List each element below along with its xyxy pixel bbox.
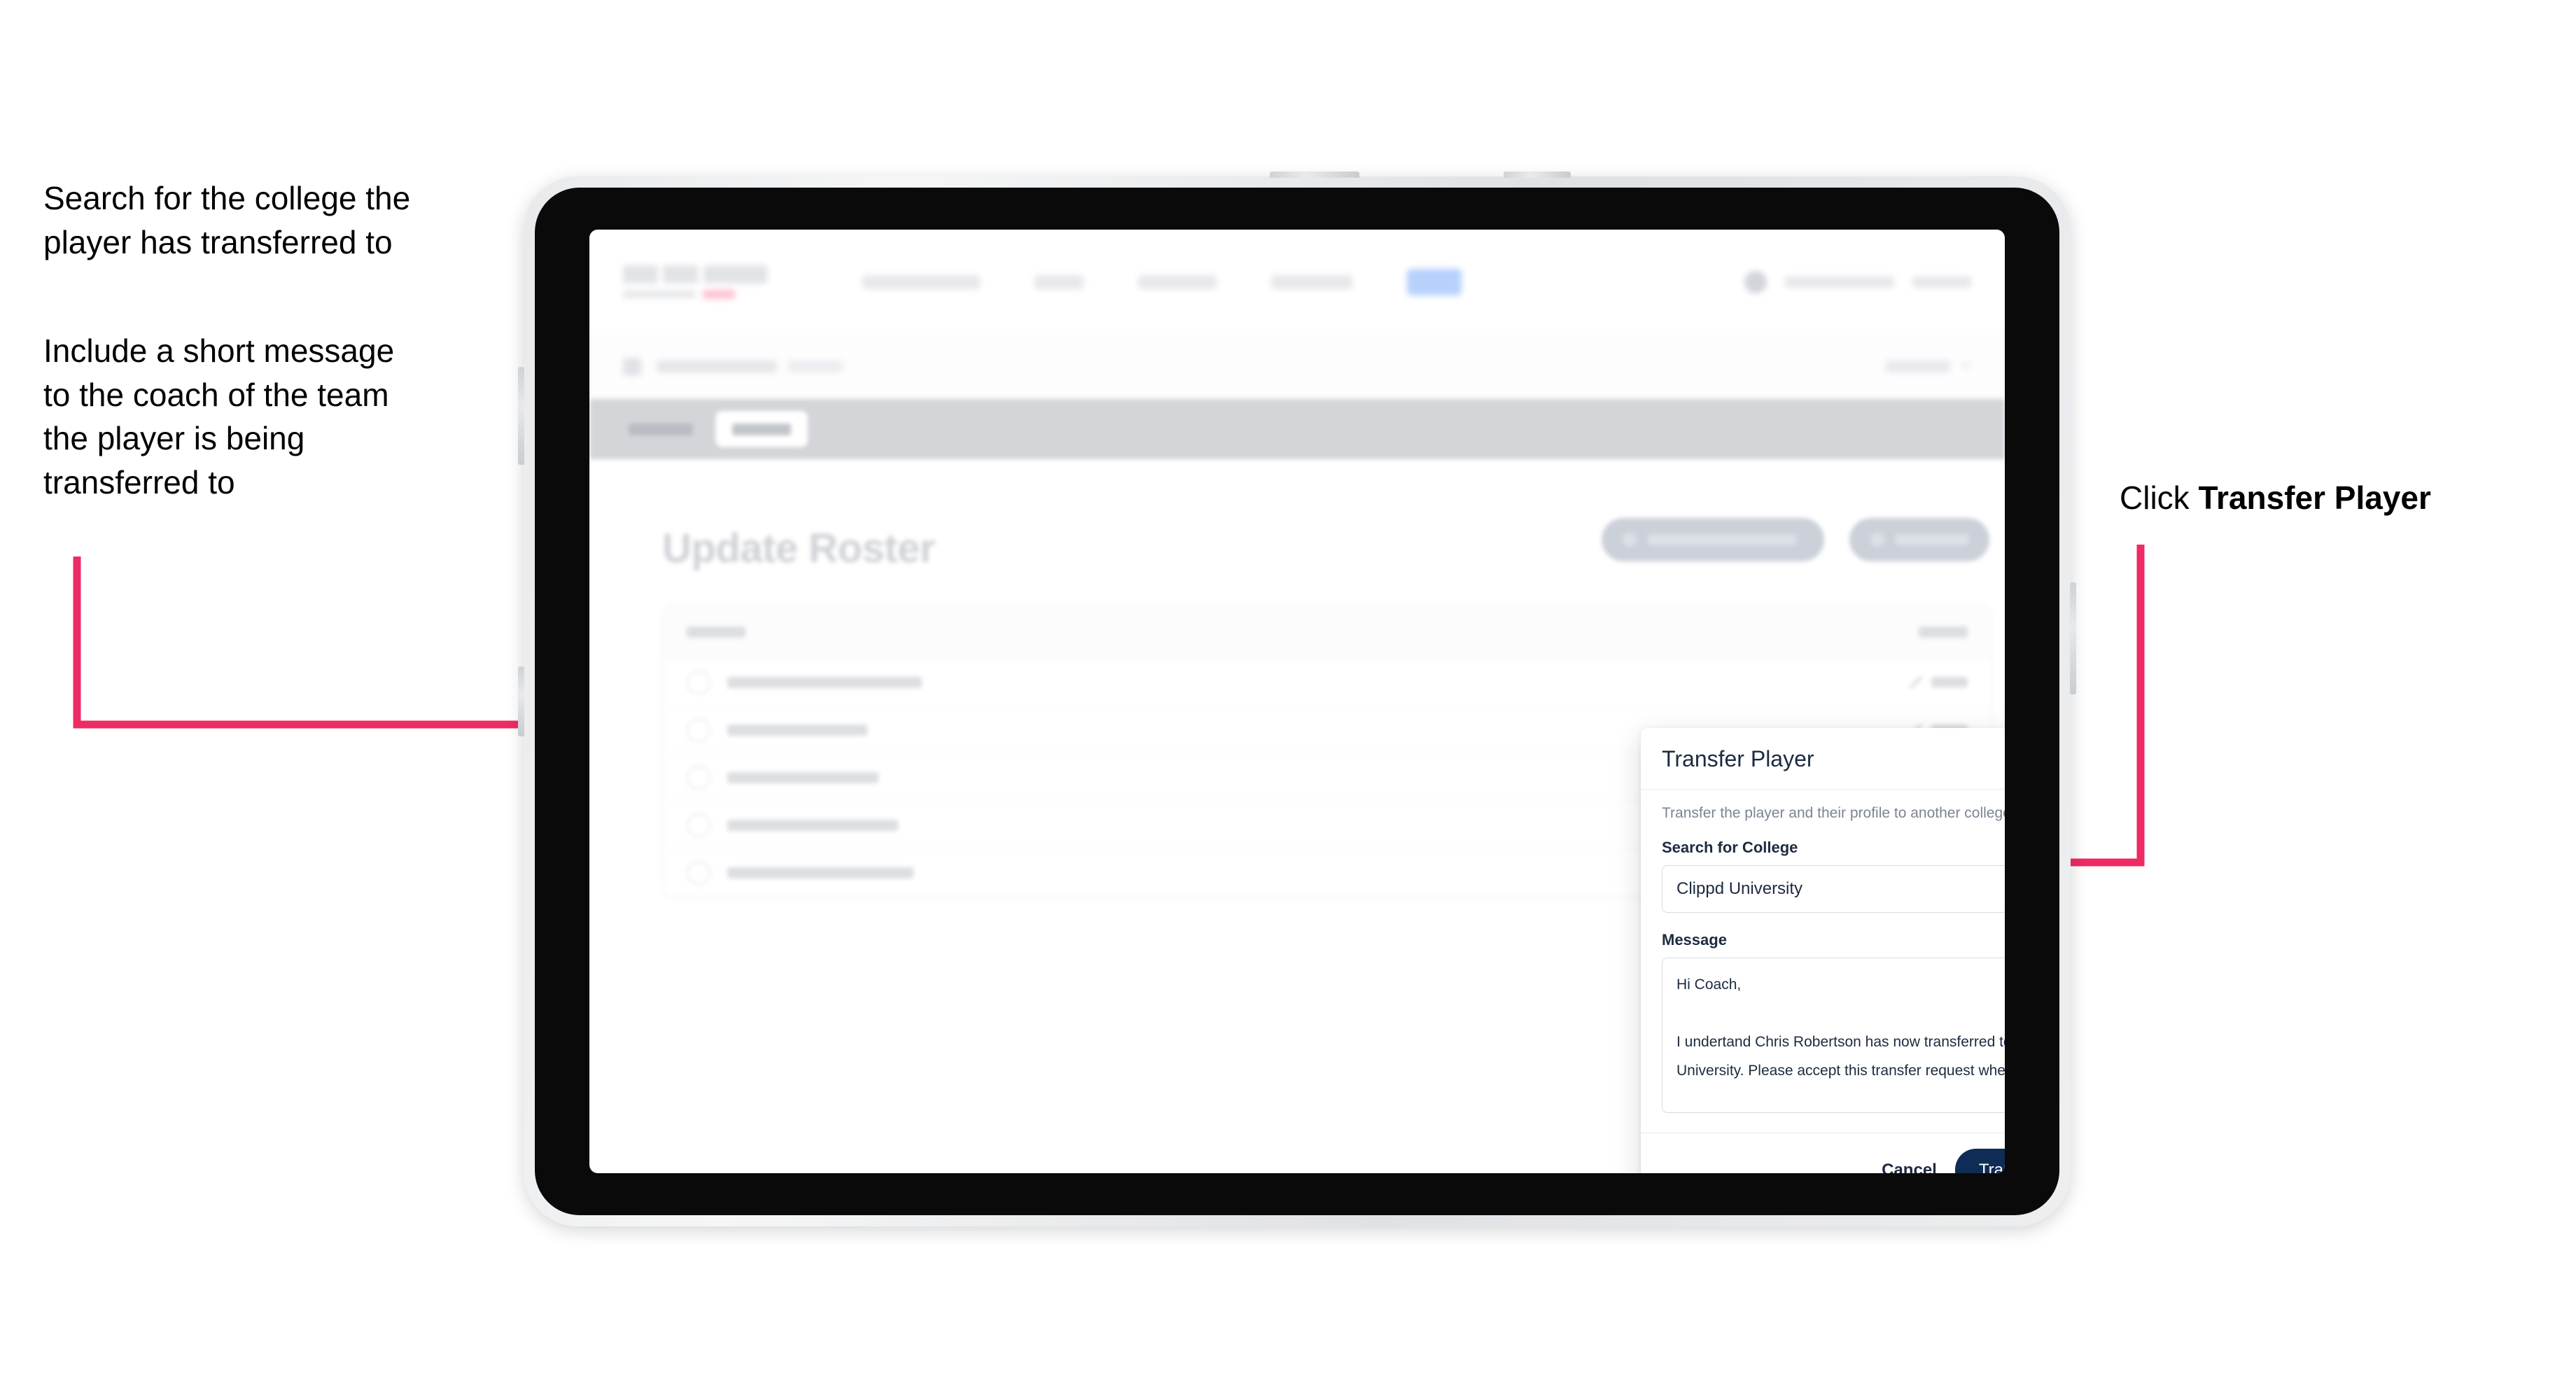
breadcrumb-actions: [1886, 360, 1971, 372]
player-name: [727, 867, 913, 878]
college-field-label: Search for College: [1662, 839, 1798, 856]
breadcrumb-title[interactable]: [657, 360, 777, 372]
side-button-right[interactable]: [2070, 582, 2076, 694]
tab-roster[interactable]: [715, 411, 808, 447]
logo-wordmark: [623, 265, 767, 284]
tab-roster-label: [732, 423, 791, 435]
nav-right-group: [1744, 270, 1971, 293]
message-textarea[interactable]: Hi Coach, I undertand Chris Robertson ha…: [1662, 958, 2005, 1113]
modal-footer: Cancel Transfer Player: [1641, 1133, 2005, 1173]
tablet-bezel: Update Roster Transfer Player Transfer t…: [535, 188, 2059, 1215]
player-name: [727, 819, 898, 831]
column-header-player: [687, 626, 746, 638]
cancel-button[interactable]: Cancel: [1882, 1161, 1937, 1173]
tablet-device: Update Roster Transfer Player Transfer t…: [518, 172, 2076, 1226]
transfer-icon: [1623, 533, 1637, 547]
nav-item-analytics[interactable]: [1271, 274, 1352, 289]
annotation-search-college: Search for the college the player has tr…: [43, 180, 411, 260]
page-title: Update Roster: [662, 526, 935, 571]
edit-button[interactable]: [1909, 675, 1968, 690]
player-name: [727, 676, 922, 688]
avatar: [687, 718, 710, 742]
volume-button[interactable]: [1504, 172, 1571, 178]
transfer-player-modal: Transfer Player Transfer the player and …: [1641, 728, 2005, 1173]
nav-item-leaderboard[interactable]: [1138, 274, 1217, 289]
search-college-input[interactable]: [1662, 865, 2005, 913]
avatar: [687, 861, 710, 885]
modal-header: Transfer Player: [1641, 728, 2005, 790]
nav-sign-out[interactable]: [1912, 276, 1971, 288]
tab-strip: [589, 399, 2005, 459]
breadcrumb-subtitle: [788, 360, 843, 372]
breadcrumb-bar: [589, 335, 2005, 399]
tablet-screen: Update Roster Transfer Player Transfer t…: [589, 230, 2005, 1173]
modal-body: Transfer the player and their profile to…: [1641, 790, 2005, 1133]
avatar: [687, 765, 710, 790]
nav-item-roster-active[interactable]: [1407, 268, 1462, 295]
request-player-transfer-button[interactable]: [1602, 518, 1824, 561]
player-name: [727, 771, 878, 783]
tab-details[interactable]: [615, 411, 707, 447]
chevron-down-icon[interactable]: [1960, 363, 1971, 370]
annotation-click-prefix: Click: [2120, 479, 2199, 516]
nav-item-teams[interactable]: [1035, 274, 1084, 289]
modal-title: Transfer Player: [1662, 746, 1814, 771]
app-logo[interactable]: [623, 265, 777, 299]
breadcrumb-icon: [623, 357, 641, 376]
avatar[interactable]: [1744, 270, 1767, 293]
column-header-edit: [1919, 626, 1968, 638]
add-player-button[interactable]: [1849, 518, 1989, 561]
avatar: [687, 670, 710, 694]
nav-items: [862, 268, 1462, 295]
annotation-include-message: Include a short message to the coach of …: [43, 332, 395, 500]
breadcrumb-cancel[interactable]: [1886, 360, 1950, 372]
side-button-left-lower[interactable]: [518, 666, 524, 736]
logo-accent-mark: [703, 289, 735, 299]
table-row[interactable]: [663, 659, 1991, 706]
add-player-label: [1896, 534, 1968, 545]
roster-table-header: [663, 606, 1991, 659]
tab-details-label: [629, 423, 693, 435]
annotation-click-transfer: Click Transfer Player: [2120, 476, 2540, 520]
message-field-label: Message: [1662, 931, 1727, 948]
nav-item-tournaments[interactable]: [862, 274, 980, 289]
pencil-icon: [1909, 675, 1923, 690]
app-navbar: [589, 230, 2005, 335]
edit-label: [1931, 677, 1968, 687]
modal-subtitle: Transfer the player and their profile to…: [1662, 805, 2005, 821]
avatar: [687, 813, 710, 837]
side-button-left-upper[interactable]: [518, 367, 524, 465]
annotation-click-target: Transfer Player: [2198, 479, 2431, 516]
power-button[interactable]: [1270, 172, 1359, 178]
logo-subtitle: [623, 289, 777, 299]
transfer-player-button[interactable]: Transfer Player: [1954, 1149, 2005, 1173]
player-name: [727, 724, 867, 736]
nav-user-email: [1785, 276, 1894, 288]
logo-subtitle-text: [623, 290, 696, 298]
screenshot-canvas: Search for the college the player has tr…: [0, 0, 2576, 1386]
plus-icon: [1870, 533, 1884, 547]
request-player-transfer-label: [1648, 534, 1796, 545]
